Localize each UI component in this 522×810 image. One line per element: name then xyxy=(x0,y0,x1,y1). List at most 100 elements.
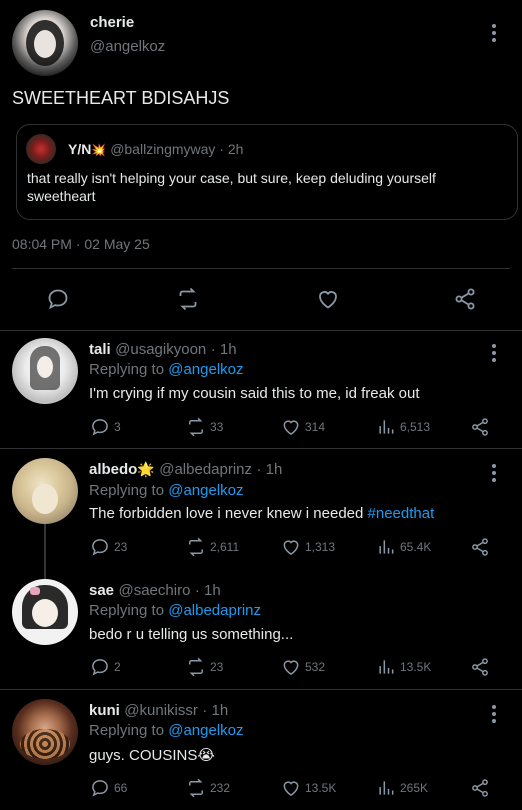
repost-icon xyxy=(189,417,203,437)
avatar[interactable] xyxy=(12,458,78,524)
reply-count: 2 xyxy=(114,660,121,674)
share-icon xyxy=(472,658,488,676)
repost-count: 232 xyxy=(210,781,231,795)
share-button[interactable] xyxy=(470,417,490,437)
avatar[interactable] xyxy=(12,699,78,765)
repost-count: 23 xyxy=(210,660,224,674)
avatar[interactable] xyxy=(12,338,78,404)
like-count: 13.5K xyxy=(305,781,337,795)
share-button[interactable] xyxy=(453,287,477,316)
reply-text: I'm crying if my cousin said this to me,… xyxy=(89,385,420,402)
quoted-text-line2: sweetheart xyxy=(27,188,96,204)
post-time: · 1h xyxy=(210,341,237,358)
views-icon xyxy=(379,781,394,795)
repost-button[interactable]: 232 xyxy=(186,778,230,798)
like-button[interactable]: 314 xyxy=(281,417,325,437)
views-button[interactable]: 65.4K xyxy=(376,537,431,557)
share-button[interactable] xyxy=(470,778,490,798)
author-handle[interactable]: @albedaprinz xyxy=(159,461,252,478)
divider xyxy=(0,448,522,449)
author-name[interactable]: cherie xyxy=(90,14,134,31)
repost-count: 33 xyxy=(210,420,224,434)
repost-icon xyxy=(189,657,203,677)
repost-icon xyxy=(189,778,203,798)
author-name[interactable]: tali xyxy=(89,341,111,358)
replying-label: Replying to xyxy=(89,482,165,499)
share-button[interactable] xyxy=(470,537,490,557)
repost-button[interactable]: 23 xyxy=(186,657,223,677)
mention-link[interactable]: @angelkoz xyxy=(168,722,243,739)
more-icon[interactable] xyxy=(492,705,496,726)
comment-icon xyxy=(92,419,108,436)
reply-button[interactable]: 3 xyxy=(90,417,121,437)
reply-button[interactable]: 66 xyxy=(90,778,127,798)
comment-icon xyxy=(92,539,108,556)
post-time: · 1h xyxy=(202,702,229,719)
avatar[interactable] xyxy=(12,579,78,645)
reply-button[interactable]: 2 xyxy=(90,657,121,677)
timestamp: 08:04 PM · 02 May 25 xyxy=(12,236,150,252)
heart-icon xyxy=(283,420,299,435)
view-count: 65.4K xyxy=(400,540,432,554)
views-button[interactable]: 6,513 xyxy=(376,417,430,437)
repost-count: 2,611 xyxy=(210,540,240,554)
repost-button[interactable]: 2,611 xyxy=(186,537,239,557)
mention-link[interactable]: @albedaprinz xyxy=(168,602,261,619)
quoted-time: · 2h xyxy=(219,141,244,157)
replying-label: Replying to xyxy=(89,361,165,378)
like-button[interactable]: 1,313 xyxy=(281,537,335,557)
share-icon xyxy=(472,779,488,797)
views-button[interactable]: 265K xyxy=(376,778,428,798)
like-button[interactable]: 13.5K xyxy=(281,778,336,798)
author-handle[interactable]: @angelkoz xyxy=(90,38,165,55)
divider xyxy=(0,689,522,690)
avatar[interactable] xyxy=(12,10,78,76)
heart-icon xyxy=(283,540,299,555)
author-name[interactable]: sae xyxy=(89,582,114,599)
repost-button[interactable] xyxy=(176,287,200,316)
author-handle[interactable]: @usagikyoon xyxy=(115,341,206,358)
share-icon xyxy=(472,538,488,556)
heart-icon xyxy=(283,660,299,675)
heart-icon xyxy=(283,781,299,796)
reply-text: guys. COUSINS😭 xyxy=(89,747,215,764)
heart-icon xyxy=(319,291,337,309)
repost-icon xyxy=(189,537,203,557)
like-count: 532 xyxy=(305,660,326,674)
more-icon[interactable] xyxy=(492,464,496,485)
author-handle[interactable]: @saechiro xyxy=(118,582,190,599)
views-icon xyxy=(379,420,394,434)
tweet-text: SWEETHEART BDISAHJS xyxy=(12,88,230,108)
quoted-tweet[interactable]: Y/N💥 @ballzingmyway · 2h that really isn… xyxy=(16,124,518,220)
star-emoji: 🌟 xyxy=(137,461,155,477)
reply-text: bedo r u telling us something... xyxy=(89,626,294,643)
quoted-author-name: Y/N xyxy=(68,141,92,157)
hashtag-link[interactable]: #needthat xyxy=(368,505,435,522)
replying-label: Replying to xyxy=(89,722,165,739)
like-count: 1,313 xyxy=(305,540,336,554)
reply-button[interactable]: 23 xyxy=(90,537,127,557)
post-time: · 1h xyxy=(194,582,221,599)
share-button[interactable] xyxy=(470,657,490,677)
share-icon xyxy=(472,418,488,436)
repost-button[interactable]: 33 xyxy=(186,417,223,437)
author-name[interactable]: albedo xyxy=(89,461,137,478)
views-button[interactable]: 13.5K xyxy=(376,657,431,677)
avatar xyxy=(26,134,56,164)
replying-label: Replying to xyxy=(89,602,165,619)
more-icon[interactable] xyxy=(492,24,496,45)
like-button[interactable] xyxy=(316,287,340,316)
author-name[interactable]: kuni xyxy=(89,702,120,719)
views-icon xyxy=(379,660,394,674)
more-icon[interactable] xyxy=(492,344,496,365)
repost-icon xyxy=(179,287,197,311)
mention-link[interactable]: @angelkoz xyxy=(168,482,243,499)
author-handle[interactable]: @kunikissr xyxy=(124,702,198,719)
view-count: 265K xyxy=(400,781,429,795)
like-button[interactable]: 532 xyxy=(281,657,325,677)
view-count: 6,513 xyxy=(400,420,431,434)
views-icon xyxy=(379,540,394,554)
reply-button[interactable] xyxy=(46,287,70,316)
mention-link[interactable]: @angelkoz xyxy=(168,361,243,378)
view-count: 13.5K xyxy=(400,660,432,674)
